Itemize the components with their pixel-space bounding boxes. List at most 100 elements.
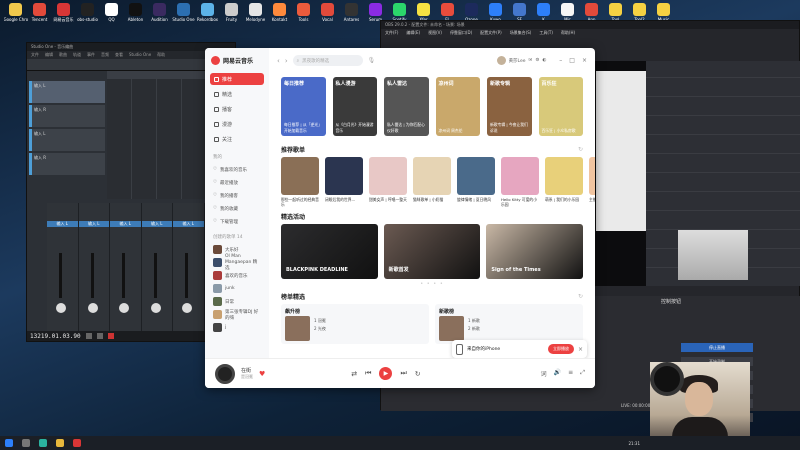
repeat-icon[interactable]: ↻: [415, 370, 421, 378]
daw-track[interactable]: 输入 L: [29, 129, 105, 151]
playlist-card[interactable]: 旋律情绪 | 夏日晚风: [457, 157, 495, 207]
folder-icon[interactable]: [56, 439, 64, 447]
fader[interactable]: [185, 253, 189, 298]
playlist-card-title[interactable]: 闭眼后我的世界...: [325, 197, 363, 207]
mic-icon[interactable]: [87, 303, 98, 313]
playlist-cover[interactable]: [325, 157, 363, 195]
nav-item[interactable]: 关注: [210, 133, 264, 145]
heart-icon[interactable]: ♥: [259, 370, 265, 378]
mic-icon[interactable]: [150, 303, 161, 313]
shuffle-icon[interactable]: ⇄: [351, 370, 357, 378]
daw-menu-item[interactable]: 查看: [115, 52, 123, 58]
mixer-channel[interactable]: 输入 L: [173, 203, 204, 333]
playlist-card-title[interactable]: 猫咪歌单 | 小奶猫: [413, 197, 451, 207]
playlist-cover[interactable]: [589, 157, 595, 195]
chart-song[interactable]: 1 冠冕: [314, 318, 326, 324]
my-item[interactable]: ♡ 我的播客: [205, 189, 269, 202]
nav-item[interactable]: 推荐: [210, 73, 264, 85]
mic-icon[interactable]: [182, 303, 193, 313]
daw-menu-item[interactable]: 音频: [101, 52, 109, 58]
play-icon[interactable]: [96, 333, 103, 339]
playlist-item[interactable]: j: [205, 321, 269, 334]
avatar[interactable]: [496, 56, 506, 65]
recommend-title[interactable]: 推荐歌单: [281, 145, 305, 154]
playlist-card-title[interactable]: 那些一起听过的经典音乐: [281, 197, 319, 207]
obs-menu-item[interactable]: 帮助(H): [561, 30, 575, 36]
my-item[interactable]: ♡ 我喜欢的音乐: [205, 163, 269, 176]
charts-header[interactable]: 榜单精选 ↻: [269, 287, 595, 304]
song-artist[interactable]: 是冠冕: [241, 374, 253, 380]
album-cover[interactable]: [215, 363, 235, 384]
netease-taskbar-icon[interactable]: [73, 439, 81, 447]
obs-control-button[interactable]: 停止直播: [681, 343, 753, 352]
fader[interactable]: [122, 253, 126, 298]
chart-name[interactable]: 新歌榜: [439, 308, 579, 315]
created-playlists-label[interactable]: 创建的歌单 14: [205, 228, 269, 243]
minimize-icon[interactable]: –: [559, 57, 562, 64]
playlist-cover[interactable]: [501, 157, 539, 195]
close-icon[interactable]: ×: [582, 57, 587, 64]
obs-menu-item[interactable]: 停靠窗口(D): [450, 30, 472, 36]
start-icon[interactable]: [5, 439, 13, 447]
playlist-item[interactable]: 日常: [205, 295, 269, 308]
banner-card[interactable]: 百乐狂 百乐狂 | 小众私房歌: [538, 77, 583, 136]
playlist-card-title[interactable]: 甜美女声 | 哼唱一整天: [369, 197, 407, 207]
desktop-icon[interactable]: Fruity: [222, 3, 241, 27]
chart-card[interactable]: 新歌榜 1 新歌 2 新歌: [435, 304, 583, 344]
nav-item[interactable]: 精选: [210, 88, 264, 100]
obs-menu-item[interactable]: 配置文件(P): [480, 30, 502, 36]
my-item[interactable]: ♡ 最近播放: [205, 176, 269, 189]
my-item[interactable]: ♡ 下载管理: [205, 215, 269, 228]
playlist-cover[interactable]: [545, 157, 583, 195]
mic-icon[interactable]: [56, 303, 67, 313]
chart-card[interactable]: 飙升榜 1 冠冕 2 光夜: [281, 304, 429, 344]
playlist-card[interactable]: 那些一起听过的经典音乐: [281, 157, 319, 207]
song-title[interactable]: 在街: [241, 367, 253, 374]
playlist-cover[interactable]: [413, 157, 451, 195]
daw-track[interactable]: 输入 R: [29, 105, 105, 127]
playlist-item[interactable]: Ol Man Mangaepan 精选: [205, 254, 269, 271]
mail-icon[interactable]: ✉: [529, 58, 533, 63]
edge-icon[interactable]: [39, 439, 47, 447]
obs-menu-item[interactable]: 编辑(E): [406, 30, 420, 36]
mic-icon[interactable]: 🎙: [368, 57, 376, 64]
playlist-card-title[interactable]: Hello Kitty 可爱的小乐园: [501, 197, 539, 207]
desktop-icon[interactable]: Melodyne: [246, 3, 265, 27]
daw-transport[interactable]: 13219.01.03.90: [27, 331, 235, 341]
mixer-channel[interactable]: 输入 L: [78, 203, 109, 333]
desktop-icon[interactable]: Antares: [342, 3, 361, 27]
desktop-icon[interactable]: Studio One: [172, 3, 195, 27]
fullscreen-icon[interactable]: ⤢: [580, 369, 585, 378]
banner-card[interactable]: 私人漫游 从《白月光》开始漫游音乐: [332, 77, 377, 136]
chart-song[interactable]: 2 新歌: [468, 326, 480, 332]
skin-icon[interactable]: ◐: [542, 58, 546, 63]
banner-card[interactable]: 每日推荐 每日推荐 | 从「逆光」开始加载音乐: [281, 77, 326, 136]
lyrics-icon[interactable]: 词: [541, 369, 547, 378]
playlist-card-title[interactable]: 旋律情绪 | 夏日晚风: [457, 197, 495, 207]
daw-menu-item[interactable]: Studio One: [129, 52, 151, 58]
playlist-card[interactable]: 猫咪歌单 | 小奶猫: [413, 157, 451, 207]
banner-card[interactable]: 新歌专辑 新歌专辑 | 今夜让我们诉说: [487, 77, 532, 136]
my-item[interactable]: ♡ 我的收藏: [205, 202, 269, 215]
desktop-icon[interactable]: Rekordbox: [197, 3, 218, 27]
charts-title[interactable]: 榜单精选: [281, 292, 305, 301]
playlist-item[interactable]: 第三张专辑DJ 好的嗨: [205, 308, 269, 321]
settings-icon[interactable]: ⚙: [535, 58, 539, 63]
netease-music-window[interactable]: 网易云音乐 推荐 精选 播客 漫游 关注 我的 ♡ 我喜欢的音乐 ♡ 最近播放 ♡ 我的播客 ♡ 我的…: [205, 48, 595, 388]
forward-icon[interactable]: ›: [285, 57, 288, 65]
record-icon[interactable]: [107, 333, 114, 339]
iphone-promo[interactable]: 来自你的iPhone 立即播放 ×: [452, 340, 587, 358]
playlist-cover[interactable]: [281, 157, 319, 195]
daw-toolbar[interactable]: [27, 59, 235, 71]
daw-track[interactable]: 输入 L: [29, 81, 105, 103]
desktop-icon[interactable]: obs-studio: [77, 3, 98, 27]
chart-name[interactable]: 飙升榜: [285, 308, 425, 315]
fader[interactable]: [90, 253, 94, 298]
back-icon[interactable]: ‹: [277, 57, 280, 65]
desktop-icon[interactable]: Audition: [150, 3, 169, 27]
play-button[interactable]: ▶: [379, 367, 393, 380]
desktop-icon[interactable]: Tools: [294, 3, 313, 27]
featured-card[interactable]: 新歌首发: [383, 224, 481, 279]
daw-menu-item[interactable]: 文件: [31, 52, 39, 58]
playlist-card-title[interactable]: 萌系 | 我们的小乐园: [545, 197, 583, 207]
